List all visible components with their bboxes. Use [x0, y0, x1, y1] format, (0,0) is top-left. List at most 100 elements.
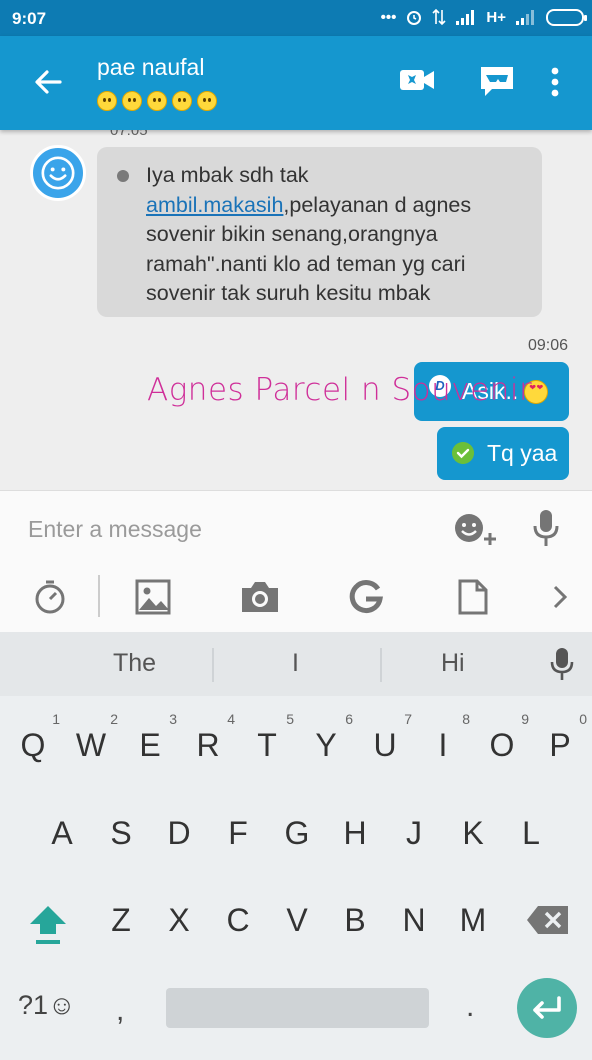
key-f[interactable]: F [213, 815, 263, 852]
sim-indicator-icon [117, 170, 129, 182]
signal-2-icon [516, 10, 534, 25]
key-b[interactable]: B [330, 902, 380, 939]
symbols-key[interactable]: ?1☺ [18, 990, 76, 1021]
app-bar: pae naufal [0, 36, 592, 130]
grin-icon [147, 91, 167, 111]
key-p[interactable]: P0 [535, 711, 587, 764]
key-label: R [196, 727, 220, 763]
key-l[interactable]: L [506, 815, 556, 852]
battery-icon [546, 8, 587, 26]
compose-bar: Enter a message [0, 490, 592, 632]
network-type: H+ [486, 8, 506, 26]
heart-eyes-emoji-icon [524, 379, 549, 404]
key-k[interactable]: K [448, 815, 498, 852]
key-m[interactable]: M [448, 902, 498, 939]
attachment-toolbar [0, 571, 592, 621]
status-time: 9:07 [12, 9, 47, 28]
read-check-icon [452, 442, 474, 464]
key-z[interactable]: Z [96, 902, 146, 939]
key-d[interactable]: D [154, 815, 204, 852]
chevron-right-icon[interactable] [550, 579, 570, 615]
key-c[interactable]: C [213, 902, 263, 939]
back-arrow-icon[interactable] [30, 64, 66, 100]
key-w[interactable]: W2 [66, 711, 118, 764]
backspace-icon[interactable] [526, 904, 570, 936]
suggestion-3[interactable]: Hi [441, 649, 465, 678]
message-input[interactable]: Enter a message [28, 516, 202, 543]
key-number: 8 [462, 711, 470, 727]
contact-name[interactable]: pae naufal [97, 54, 204, 81]
shift-icon[interactable] [28, 904, 68, 948]
key-h[interactable]: H [330, 815, 380, 852]
suggestion-strip: The I Hi [0, 632, 592, 696]
message-line: Iya mbak sdh tak [146, 163, 309, 187]
key-label: O [489, 727, 515, 763]
key-e[interactable]: E3 [125, 711, 177, 764]
microphone-icon[interactable] [532, 508, 560, 548]
key-label: Q [20, 727, 46, 763]
key-x[interactable]: X [154, 902, 204, 939]
smiley-icon [97, 91, 117, 111]
key-a[interactable]: A [37, 815, 87, 852]
outgoing-message-bubble[interactable]: D Asik.. [414, 362, 569, 421]
timer-icon[interactable] [32, 579, 68, 615]
key-n[interactable]: N [389, 902, 439, 939]
more-dots-icon: ••• [380, 8, 397, 26]
space-bar[interactable] [166, 988, 429, 1028]
key-y[interactable]: Y6 [301, 711, 353, 764]
file-icon[interactable] [458, 579, 488, 615]
enter-icon[interactable] [517, 978, 577, 1038]
voice-input-icon[interactable] [550, 646, 574, 682]
key-number: 1 [52, 711, 60, 727]
outgoing-time: 09:06 [527, 337, 568, 354]
incognito-icon[interactable] [478, 64, 516, 100]
key-g[interactable]: G [272, 815, 322, 852]
camera-icon[interactable] [240, 579, 280, 615]
contact-avatar[interactable] [30, 145, 86, 201]
suggestion-2[interactable]: I [292, 649, 299, 678]
period-key[interactable]: . [466, 990, 474, 1024]
key-label: T [257, 727, 277, 763]
key-number: 0 [579, 711, 587, 727]
key-number: 6 [345, 711, 353, 727]
key-label: E [139, 727, 161, 763]
key-q[interactable]: Q1 [8, 711, 60, 764]
outgoing-message-bubble[interactable]: Tq yaa [437, 427, 569, 480]
incoming-message-bubble[interactable]: Iya mbak sdh tak ambil.makasih,pelayanan… [97, 147, 542, 317]
message-time: 07:05 [110, 130, 148, 139]
image-icon[interactable] [135, 579, 171, 615]
suggestion-divider [212, 648, 214, 682]
message-link[interactable]: ambil.makasih [146, 193, 283, 217]
status-icons: ••• H+ [380, 8, 587, 26]
soft-keyboard: The I Hi Q1 W2 E3 R4 T5 Y6 U7 I8 O9 P0 A… [0, 632, 592, 1060]
alarm-icon [407, 11, 422, 25]
more-vert-icon[interactable] [545, 64, 565, 100]
toolbar-divider [98, 575, 100, 617]
key-u[interactable]: U7 [360, 711, 412, 764]
suggestion-1[interactable]: The [113, 649, 156, 678]
google-g-icon[interactable] [348, 579, 384, 615]
comma-key[interactable]: , [116, 994, 124, 1028]
key-number: 5 [286, 711, 294, 727]
suggestion-divider [380, 648, 382, 682]
key-t[interactable]: T5 [242, 711, 294, 764]
key-number: 9 [521, 711, 529, 727]
add-emoji-icon[interactable] [452, 511, 498, 547]
status-emojis [97, 91, 217, 111]
laugh-icon [172, 91, 192, 111]
signal-icon [456, 10, 475, 25]
key-r[interactable]: R4 [183, 711, 235, 764]
key-o[interactable]: O9 [477, 711, 529, 764]
key-number: 2 [110, 711, 118, 727]
conversation-view[interactable]: 07:05 Iya mbak sdh tak ambil.makasih,pel… [0, 130, 592, 490]
key-v[interactable]: V [272, 902, 322, 939]
key-i[interactable]: I8 [418, 711, 470, 764]
status-bar: 9:07 ••• H+ [0, 0, 592, 36]
key-s[interactable]: S [96, 815, 146, 852]
tears-of-joy-icon [197, 91, 217, 111]
key-j[interactable]: J [389, 815, 439, 852]
video-call-icon[interactable] [398, 64, 438, 96]
key-label: W [75, 727, 107, 763]
key-number: 3 [169, 711, 177, 727]
key-label: U [373, 727, 397, 763]
